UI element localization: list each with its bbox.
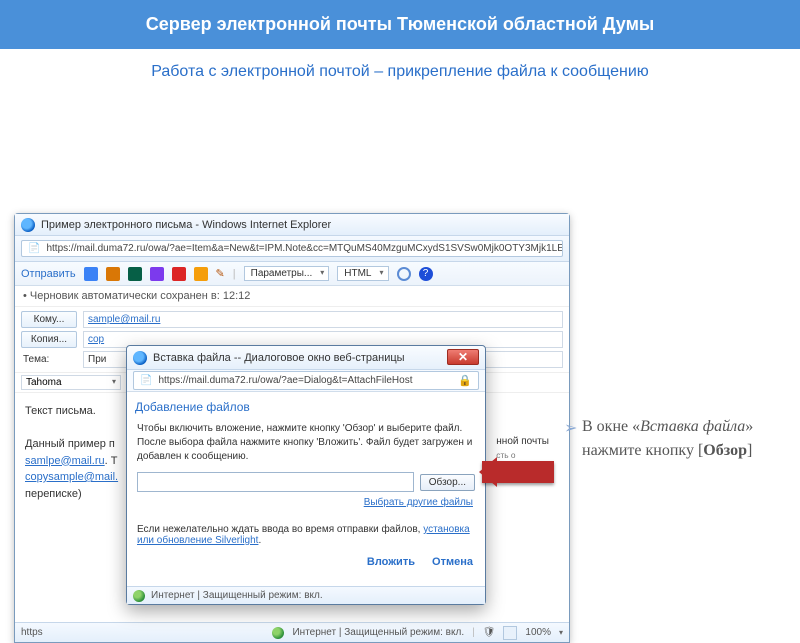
ie-addressbar: 📄 https://mail.duma72.ru/owa/?ae=Item&a=…: [15, 236, 569, 262]
to-button[interactable]: Кому...: [21, 311, 77, 328]
ie-titlebar: Пример электронного письма - Windows Int…: [15, 214, 569, 236]
body-link1[interactable]: samlpe@mail.ru: [25, 455, 105, 467]
zoom-value[interactable]: 100%: [525, 627, 551, 638]
dialog-close-button[interactable]: ✕: [447, 349, 479, 365]
addressbook-icon[interactable]: [128, 267, 142, 281]
dialog-actions: Вложить Отмена: [127, 550, 485, 574]
status-zone: Интернет | Защищенный режим: вкл.: [292, 627, 464, 638]
subject-label: Тема:: [21, 354, 77, 365]
address-field[interactable]: 📄 https://mail.duma72.ru/owa/?ae=Item&a=…: [21, 240, 563, 257]
to-field[interactable]: sample@mail.ru: [83, 311, 563, 328]
dialog-url-field[interactable]: 📄 https://mail.duma72.ru/owa/?ae=Dialog&…: [133, 371, 479, 390]
attach-file-dialog: Вставка файла -- Диалоговое окно веб-стр…: [126, 345, 486, 605]
silverlight-note: Если нежелательно ждать ввода во время о…: [127, 508, 485, 550]
dialog-addressbar: 📄 https://mail.duma72.ru/owa/?ae=Dialog&…: [127, 370, 485, 392]
dialog-heading: Добавление файлов: [127, 392, 485, 418]
status-url: https: [21, 627, 43, 638]
save-icon[interactable]: [84, 267, 98, 281]
body-line3: переписке): [25, 488, 82, 500]
ie-statusbar: https Интернет | Защищенный режим: вкл. …: [15, 622, 569, 642]
instruction-text: В окне «Вставка файла» нажмите кнопку [О…: [582, 415, 782, 463]
lock-icon: 🔒: [458, 374, 472, 387]
file-path-input[interactable]: [137, 472, 414, 492]
send-button[interactable]: Отправить: [21, 268, 76, 280]
attach-icon[interactable]: [106, 267, 120, 281]
dialog-url: https://mail.duma72.ru/owa/?ae=Dialog&t=…: [158, 375, 412, 386]
dialog-titlebar: Вставка файла -- Диалоговое окно веб-стр…: [127, 346, 485, 370]
slide-title: Сервер электронной почты Тюменской облас…: [0, 0, 800, 49]
ie-logo-icon: [21, 218, 35, 232]
body-t: . Т: [105, 455, 118, 467]
dialog-statusbar: Интернет | Защищенный режим: вкл.: [127, 586, 485, 604]
zoom-dropdown-icon[interactable]: ▾: [559, 628, 563, 637]
options-button[interactable]: Параметры...: [244, 266, 330, 281]
owa-toolbar: Отправить ✎ | Параметры... HTML ?: [15, 262, 569, 286]
page-icon: 📄: [28, 243, 40, 254]
help-icon[interactable]: ?: [419, 267, 433, 281]
attach-button[interactable]: Вложить: [367, 556, 415, 568]
select-other-files-link[interactable]: Выбрать другие файлы: [364, 497, 473, 508]
partial-hint: нной почты сть о: [496, 434, 549, 461]
dialog-status-text: Интернет | Защищенный режим: вкл.: [151, 590, 323, 601]
file-chooser-row: Обзор...: [127, 468, 485, 496]
settings-icon[interactable]: [397, 267, 411, 281]
importance-low-icon[interactable]: [194, 267, 208, 281]
dialog-page-icon: 📄: [140, 375, 152, 386]
dialog-title: Вставка файла -- Диалоговое окно веб-стр…: [153, 352, 405, 364]
slide-subtitle: Работа с электронной почтой – прикреплен…: [0, 49, 800, 99]
signature-icon[interactable]: ✎: [216, 267, 225, 280]
autosave-info: • Черновик автоматически сохранен в: 12:…: [15, 286, 569, 307]
importance-high-icon[interactable]: [172, 267, 186, 281]
check-names-icon[interactable]: [150, 267, 164, 281]
zoom-menu-icon[interactable]: [503, 626, 517, 640]
body-link2[interactable]: copysample@mail.: [25, 471, 118, 483]
dialog-instructions: Чтобы включить вложение, нажмите кнопку …: [127, 418, 485, 468]
window-title: Пример электронного письма - Windows Int…: [41, 219, 563, 231]
url-text: https://mail.duma72.ru/owa/?ae=Item&a=Ne…: [46, 243, 563, 254]
cancel-button[interactable]: Отмена: [432, 556, 473, 568]
dialog-ie-icon: [133, 351, 147, 365]
font-select[interactable]: Tahoma: [21, 375, 121, 390]
protected-mode-icon: 🛡: [483, 627, 496, 638]
cc-button[interactable]: Копия...: [21, 331, 77, 348]
callout-arrow: [482, 461, 554, 483]
zone-icon: [272, 627, 284, 639]
format-select[interactable]: HTML: [337, 266, 388, 281]
